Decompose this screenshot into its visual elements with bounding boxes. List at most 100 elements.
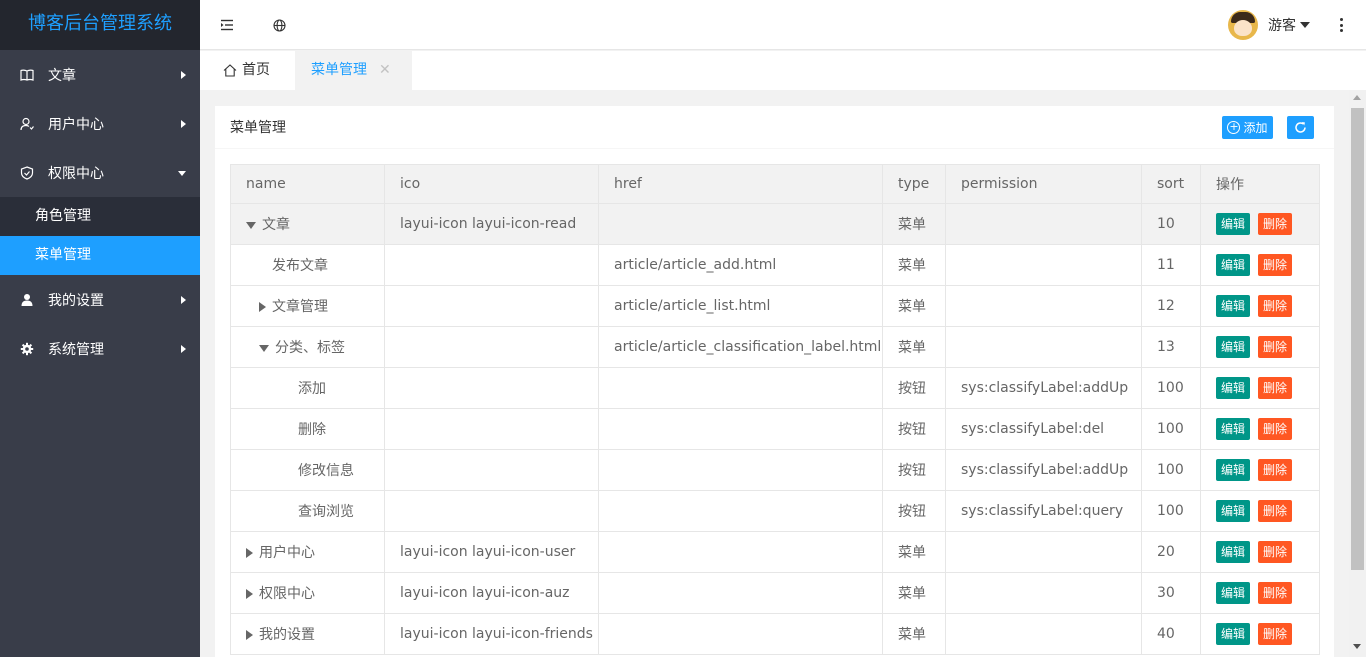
href-cell — [598, 367, 883, 409]
expand-down-icon[interactable] — [246, 221, 256, 229]
row-name: 文章 — [262, 217, 290, 233]
table-row[interactable]: 删除 按钮 sys:classifyLabel:del 100 编辑 删除 — [230, 408, 1320, 450]
delete-button[interactable]: 删除 — [1258, 295, 1293, 317]
actions-cell: 编辑 删除 — [1200, 531, 1320, 573]
sidebar-item-system-management[interactable]: 系统管理 — [0, 324, 200, 373]
top-header: 游客 — [200, 0, 1366, 50]
caret-right-icon — [181, 344, 186, 353]
permission-cell — [945, 572, 1142, 614]
refresh-button[interactable] — [1287, 116, 1314, 139]
edit-button[interactable]: 编辑 — [1216, 418, 1251, 440]
row-name: 权限中心 — [259, 586, 315, 602]
edit-button[interactable]: 编辑 — [1216, 254, 1251, 276]
actions-cell: 编辑 删除 — [1200, 326, 1320, 368]
name-cell: 添加 — [230, 367, 385, 409]
type-cell: 按钮 — [882, 490, 946, 532]
delete-button[interactable]: 删除 — [1258, 213, 1293, 235]
globe-icon[interactable] — [270, 16, 288, 34]
sidebar-item-label: 权限中心 — [48, 165, 104, 182]
href-cell — [598, 572, 883, 614]
name-cell: 查询浏览 — [230, 490, 385, 532]
sidebar-item-user-center[interactable]: 用户中心 — [0, 99, 200, 148]
column-header: href — [598, 164, 883, 204]
more-vertical-icon[interactable] — [1336, 16, 1346, 34]
href-cell — [598, 449, 883, 491]
row-name: 删除 — [298, 422, 326, 438]
edit-button[interactable]: 编辑 — [1216, 500, 1251, 522]
delete-button[interactable]: 删除 — [1258, 418, 1293, 440]
href-cell — [598, 531, 883, 573]
sidebar-item-article[interactable]: 文章 — [0, 50, 200, 99]
sidebar-item-permission-center[interactable]: 权限中心 — [0, 148, 200, 197]
panel-title: 菜单管理 — [230, 120, 286, 136]
delete-button[interactable]: 删除 — [1258, 254, 1293, 276]
table-row[interactable]: 查询浏览 按钮 sys:classifyLabel:query 100 编辑 删除 — [230, 490, 1320, 532]
table-row[interactable]: 添加 按钮 sys:classifyLabel:addUp 100 编辑 删除 — [230, 367, 1320, 409]
delete-button[interactable]: 删除 — [1258, 500, 1293, 522]
tab-home[interactable]: 首页 — [215, 51, 295, 90]
column-header: type — [882, 164, 946, 204]
name-cell: 文章管理 — [230, 285, 385, 327]
edit-button[interactable]: 编辑 — [1216, 623, 1251, 645]
table-row[interactable]: 文章管理 article/article_list.html 菜单 12 编辑删… — [230, 285, 1320, 327]
tab-menu-management[interactable]: 菜单管理 ✕ — [295, 51, 412, 90]
page-scrollbar[interactable] — [1349, 90, 1366, 657]
add-label: 添加 — [1243, 121, 1268, 135]
type-cell: 菜单 — [882, 285, 946, 327]
expand-right-icon[interactable] — [259, 302, 266, 312]
expand-right-icon[interactable] — [246, 630, 253, 640]
permission-cell — [945, 613, 1142, 655]
edit-button[interactable]: 编辑 — [1216, 582, 1251, 604]
delete-button[interactable]: 删除 — [1258, 336, 1293, 358]
actions-cell: 编辑 删除 — [1200, 203, 1320, 245]
href-cell: article/article_classification_label.htm… — [598, 326, 883, 368]
sidebar-item-menu-management[interactable]: 菜单管理 — [0, 236, 200, 275]
actions-cell: 编辑 删除 — [1200, 408, 1320, 450]
edit-button[interactable]: 编辑 — [1216, 336, 1251, 358]
table-row[interactable]: 修改信息 按钮 sys:classifyLabel:addUp 100 编辑 删除 — [230, 449, 1320, 491]
sort-cell: 40 — [1141, 613, 1201, 655]
sort-cell: 100 — [1141, 449, 1201, 491]
scroll-down-icon[interactable] — [1353, 644, 1361, 649]
table-row[interactable]: 发布文章 article/article_add.html 菜单 11 编辑 删除 — [230, 244, 1320, 286]
table-row[interactable]: 我的设置 layui-icon layui-icon-friends 菜单 40… — [230, 613, 1320, 655]
delete-button[interactable]: 删除 — [1258, 623, 1293, 645]
table-row[interactable]: 用户中心 layui-icon layui-icon-user 菜单 20 编辑… — [230, 531, 1320, 573]
expand-right-icon[interactable] — [246, 589, 253, 599]
ico-cell: layui-icon layui-icon-read — [384, 203, 599, 245]
scroll-up-icon[interactable] — [1353, 95, 1361, 100]
edit-button[interactable]: 编辑 — [1216, 295, 1251, 317]
add-button[interactable]: + 添加 — [1222, 116, 1273, 139]
sidebar-item-my-settings[interactable]: 我的设置 — [0, 275, 200, 324]
edit-button[interactable]: 编辑 — [1216, 541, 1251, 563]
delete-button[interactable]: 删除 — [1258, 582, 1293, 604]
ico-cell — [384, 244, 599, 286]
menu-collapse-icon[interactable] — [218, 16, 236, 34]
column-header: permission — [945, 164, 1142, 204]
ico-cell — [384, 408, 599, 450]
table-row[interactable]: 权限中心 layui-icon layui-icon-auz 菜单 30 编辑删… — [230, 572, 1320, 614]
row-name: 用户中心 — [259, 545, 315, 561]
close-icon[interactable]: ✕ — [379, 51, 391, 90]
expand-down-icon[interactable] — [259, 344, 269, 352]
edit-button[interactable]: 编辑 — [1216, 459, 1251, 481]
delete-button[interactable]: 删除 — [1258, 459, 1293, 481]
edit-button[interactable]: 编辑 — [1216, 213, 1251, 235]
name-cell: 我的设置 — [230, 613, 385, 655]
permission-cell: sys:classifyLabel:query — [945, 490, 1142, 532]
expand-right-icon[interactable] — [246, 548, 253, 558]
user-menu[interactable]: 游客 — [1228, 10, 1310, 40]
table-row[interactable]: 分类、标签 article/article_classification_lab… — [230, 326, 1320, 368]
tab-label: 首页 — [242, 62, 270, 78]
sidebar-item-role-management[interactable]: 角色管理 — [0, 197, 200, 236]
ico-cell — [384, 285, 599, 327]
table-row[interactable]: 文章 layui-icon layui-icon-read 菜单 10 编辑 删除 — [230, 203, 1320, 245]
type-cell: 菜单 — [882, 572, 946, 614]
delete-button[interactable]: 删除 — [1258, 377, 1293, 399]
permission-cell — [945, 285, 1142, 327]
sidebar-item-label: 用户中心 — [48, 116, 104, 133]
book-icon — [20, 68, 34, 82]
edit-button[interactable]: 编辑 — [1216, 377, 1251, 399]
scrollbar-thumb[interactable] — [1351, 108, 1364, 570]
delete-button[interactable]: 删除 — [1258, 541, 1293, 563]
